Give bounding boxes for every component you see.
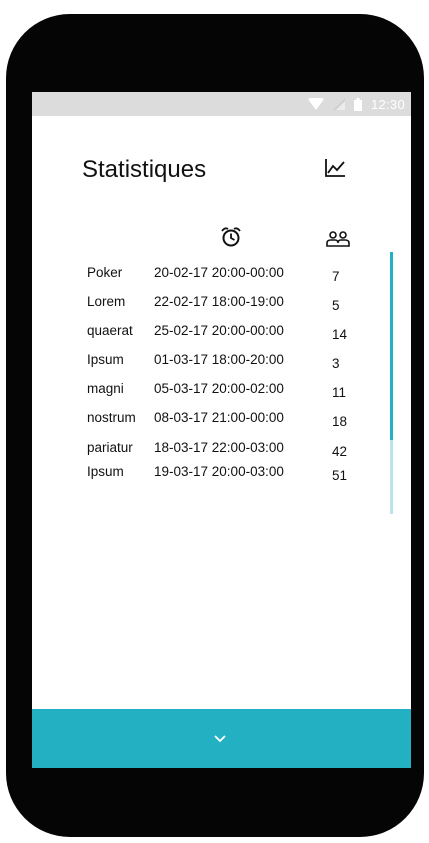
table-row[interactable]: quaerat 25-02-17 20:00-00:00 14 xyxy=(32,323,411,345)
row-count: 14 xyxy=(332,327,348,342)
table-row[interactable]: nostrum 08-03-17 21:00-00:00 18 xyxy=(32,410,411,432)
row-count: 11 xyxy=(332,385,347,400)
row-time: 19-03-17 20:00-03:00 xyxy=(154,464,284,479)
row-time: 22-02-17 18:00-19:00 xyxy=(154,294,284,309)
scrollbar-thumb[interactable] xyxy=(390,252,393,440)
row-name: Poker xyxy=(87,265,123,280)
row-count: 7 xyxy=(332,269,340,284)
table-row[interactable]: Poker 20-02-17 20:00-00:00 7 xyxy=(32,265,411,287)
table-row[interactable]: Ipsum 19-03-17 20:00-03:00 51 xyxy=(32,464,411,486)
bottom-expand-bar[interactable] xyxy=(32,709,411,768)
row-name: quaerat xyxy=(87,323,133,338)
chevron-down-icon[interactable] xyxy=(214,735,226,743)
table-row[interactable]: Lorem 22-02-17 18:00-19:00 5 xyxy=(32,294,411,316)
table-row[interactable]: magni 05-03-17 20:00-02:00 11 xyxy=(32,381,411,403)
row-count: 3 xyxy=(332,356,340,371)
screen: 12:30 Statistiques Poker 20-02-17 20:00-… xyxy=(32,92,411,768)
row-time: 18-03-17 22:00-03:00 xyxy=(154,440,284,455)
row-time: 08-03-17 21:00-00:00 xyxy=(154,410,284,425)
row-name: Lorem xyxy=(87,294,126,309)
row-time: 20-02-17 20:00-00:00 xyxy=(154,265,284,280)
row-name: pariatur xyxy=(87,440,133,455)
row-name: Ipsum xyxy=(87,352,124,367)
row-name: nostrum xyxy=(87,410,136,425)
row-count: 5 xyxy=(332,298,340,313)
row-name: magni xyxy=(87,381,124,396)
row-count: 42 xyxy=(332,444,348,459)
row-count: 18 xyxy=(332,414,348,429)
row-name: Ipsum xyxy=(87,464,124,479)
row-time: 01-03-17 18:00-20:00 xyxy=(154,352,284,367)
phone-frame: 12:30 Statistiques Poker 20-02-17 20:00-… xyxy=(6,14,424,837)
stats-table: Poker 20-02-17 20:00-00:00 7 Lorem 22-02… xyxy=(32,92,411,768)
row-count: 51 xyxy=(332,468,348,483)
row-time: 05-03-17 20:00-02:00 xyxy=(154,381,284,396)
row-time: 25-02-17 20:00-00:00 xyxy=(154,323,284,338)
table-row[interactable]: pariatur 18-03-17 22:00-03:00 42 xyxy=(32,440,411,462)
table-row[interactable]: Ipsum 01-03-17 18:00-20:00 3 xyxy=(32,352,411,374)
